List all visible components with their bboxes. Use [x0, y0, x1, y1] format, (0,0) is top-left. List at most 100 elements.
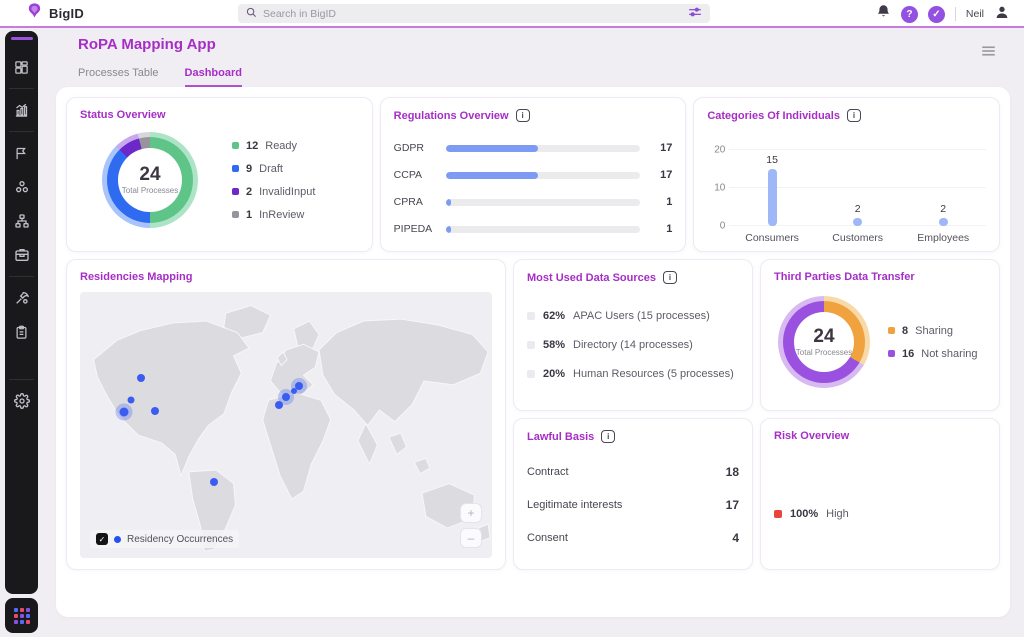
bar-value: 15 — [766, 154, 778, 166]
card-title: Categories Of Individuals — [707, 110, 840, 122]
legend-label: InReview — [259, 209, 304, 221]
brand-name: BigID — [49, 6, 84, 21]
notifications-bell-icon[interactable] — [876, 4, 891, 24]
card-title: Third Parties Data Transfer — [774, 271, 915, 283]
legend-label: Sharing — [915, 325, 953, 337]
legend-label: Residency Occurrences — [127, 534, 233, 545]
item-swatch — [527, 341, 535, 349]
bar-track[interactable] — [446, 145, 641, 152]
bar-label: CCPA — [394, 169, 446, 181]
row-label: Consent — [527, 532, 568, 544]
row-value: 4 — [732, 531, 739, 545]
cluster-icon[interactable] — [5, 175, 38, 199]
bar-track[interactable] — [446, 226, 641, 233]
tab-dashboard[interactable]: Dashboard — [185, 67, 242, 87]
bar[interactable] — [768, 169, 777, 226]
regulation-bar-row: GDPR17 — [394, 142, 673, 154]
card-most-used-data-sources: Most Used Data Sourcesi 62%APAC Users (1… — [513, 259, 753, 411]
row-label: Contract — [527, 466, 569, 478]
card-title: Risk Overview — [774, 430, 849, 442]
residency-dot[interactable] — [282, 393, 290, 401]
sidebar — [5, 31, 38, 633]
sidebar-apps — [5, 598, 38, 633]
card-title: Most Used Data Sources — [527, 272, 656, 284]
global-search[interactable] — [238, 4, 710, 23]
world-map[interactable]: ✓ Residency Occurrences + – — [80, 292, 492, 558]
archive-icon[interactable] — [5, 243, 38, 267]
item-swatch — [527, 370, 535, 378]
help-icon[interactable]: ? — [901, 6, 918, 23]
tools-icon[interactable] — [5, 286, 38, 310]
card-status-overview: Status Overview 24 Total Processes 12Rea… — [66, 97, 373, 252]
list-item: 20%Human Resources (5 processes) — [527, 368, 739, 380]
zoom-out-button[interactable]: – — [460, 528, 482, 548]
bar[interactable] — [939, 218, 948, 226]
total-processes-label: Total Processes — [796, 348, 852, 357]
item-label: Directory (14 processes) — [573, 339, 693, 351]
world-map-svg — [80, 292, 492, 558]
bar-column: 2 — [913, 203, 973, 226]
category-label: Consumers — [745, 232, 799, 244]
card-third-parties-data-transfer: Third Parties Data Transfer 24 Total Pro… — [760, 259, 1000, 411]
info-icon[interactable]: i — [663, 271, 677, 284]
apps-grid-icon[interactable] — [14, 608, 30, 624]
brand[interactable]: BigID — [26, 2, 84, 24]
bar-value: 2 — [855, 203, 861, 215]
tasks-check-icon[interactable]: ✓ — [928, 6, 945, 23]
residency-dot[interactable] — [291, 388, 297, 394]
bar-value: 2 — [940, 203, 946, 215]
clipboard-icon[interactable] — [5, 320, 38, 344]
bar-track[interactable] — [446, 172, 641, 179]
residency-dot[interactable] — [151, 407, 159, 415]
plot-area: 15Consumers2Customers2Employees — [729, 132, 986, 244]
bar-value: 1 — [654, 196, 672, 208]
item-percent: 62% — [543, 310, 565, 322]
legend-item: 9Draft — [232, 163, 315, 175]
zoom-in-button[interactable]: + — [460, 503, 482, 523]
residency-dot[interactable] — [275, 401, 283, 409]
bar[interactable] — [853, 218, 862, 226]
hamburger-menu-icon[interactable] — [981, 44, 996, 62]
status-legend: 12Ready9Draft2InvalidInput1InReview — [232, 140, 315, 221]
card-title: Status Overview — [80, 109, 166, 121]
bar-track[interactable] — [446, 199, 641, 206]
dashboard-icon[interactable] — [5, 55, 38, 79]
user-avatar-icon[interactable] — [994, 4, 1010, 25]
residency-dot[interactable] — [119, 407, 128, 416]
card-categories-of-individuals: Categories Of Individualsi 20100 15Consu… — [693, 97, 1000, 252]
legend-value: 12 — [246, 140, 258, 152]
legend-item: 1InReview — [232, 209, 315, 221]
item-percent: 58% — [543, 339, 565, 351]
filter-sliders-icon[interactable] — [688, 5, 702, 23]
residency-dot[interactable] — [127, 397, 134, 404]
legend-item: 8 Sharing — [888, 325, 978, 337]
legend-swatch — [232, 188, 239, 195]
hierarchy-icon[interactable] — [5, 209, 38, 233]
search-input[interactable] — [263, 8, 682, 20]
legend-value: 8 — [902, 325, 908, 337]
flag-icon[interactable] — [5, 141, 38, 165]
residency-dot[interactable] — [137, 374, 145, 382]
settings-gear-icon[interactable] — [5, 389, 38, 413]
card-title: Residencies Mapping — [80, 271, 192, 283]
y-tick-label: 20 — [714, 145, 725, 156]
card-title: Lawful Basis — [527, 431, 594, 443]
legend-checkbox[interactable]: ✓ — [96, 533, 108, 545]
info-icon[interactable]: i — [847, 109, 861, 122]
main-content: RoPA Mapping App Processes Table Dashboa… — [56, 36, 1010, 617]
bar-value: 17 — [654, 169, 672, 181]
info-icon[interactable]: i — [601, 430, 615, 443]
active-app-indicator — [11, 37, 33, 40]
item-swatch — [774, 510, 782, 518]
dashboard-panel: Status Overview 24 Total Processes 12Rea… — [56, 87, 1010, 617]
status-donut-chart[interactable]: 24 Total Processes — [102, 132, 198, 228]
tab-processes-table[interactable]: Processes Table — [78, 67, 159, 87]
residency-dot[interactable] — [210, 478, 218, 486]
total-processes-value: 24 — [813, 327, 834, 346]
info-icon[interactable]: i — [516, 109, 530, 122]
third-parties-donut-chart[interactable]: 24 Total Processes — [778, 296, 870, 388]
bar-fill — [446, 226, 451, 233]
search-icon — [246, 5, 257, 23]
legend-swatch — [888, 350, 895, 357]
analytics-icon[interactable] — [5, 98, 38, 122]
